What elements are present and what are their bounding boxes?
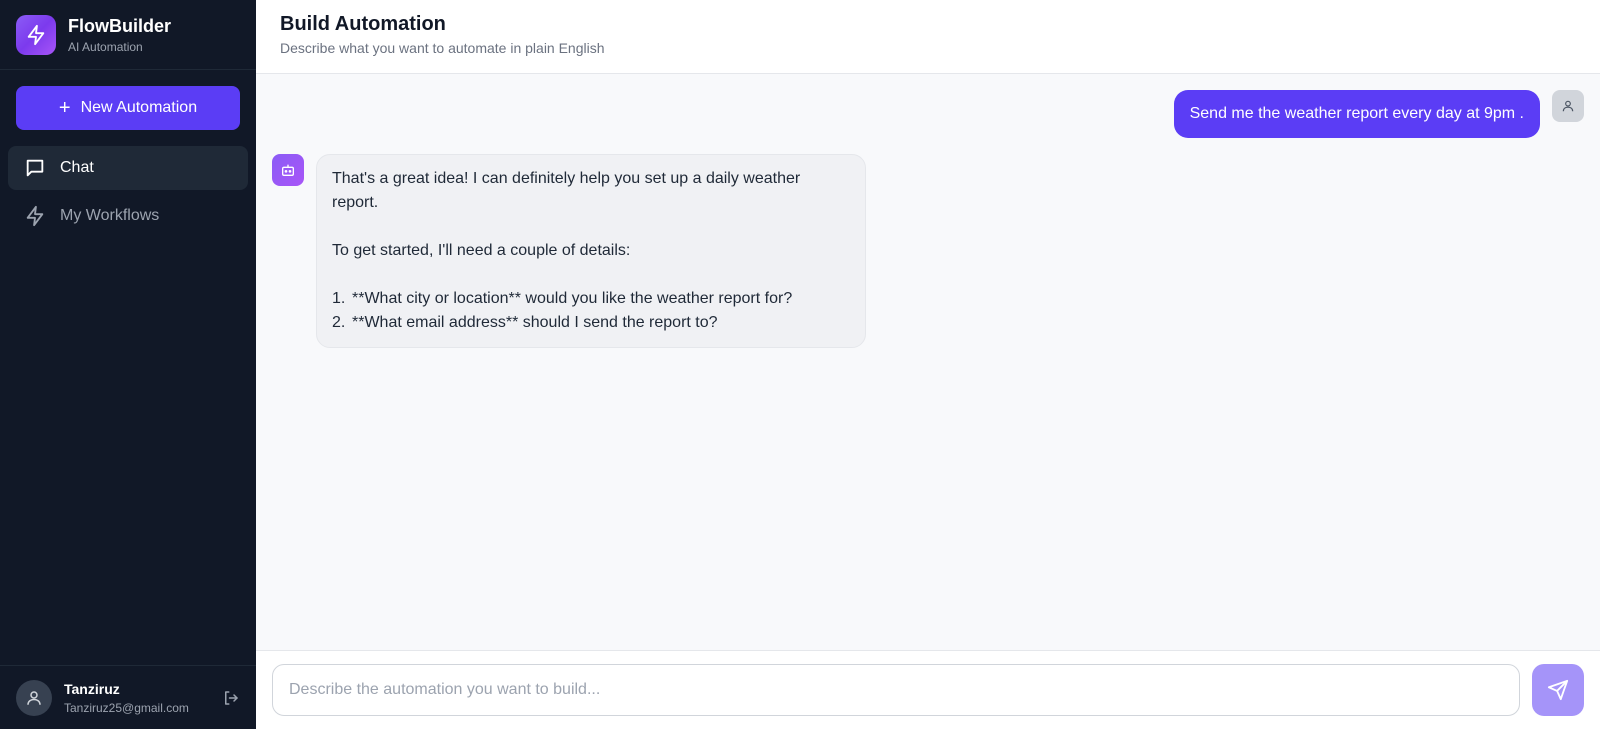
user-icon [27, 690, 41, 705]
plus-icon: + [58, 97, 71, 119]
message-input[interactable] [272, 664, 1520, 716]
sidebar-item-label: Chat [60, 159, 94, 176]
assistant-list: 1. **What city or location** would you l… [332, 287, 850, 335]
brand-subtitle: AI Automation [68, 39, 143, 54]
brand: FlowBuilder AI Automation [0, 0, 256, 70]
user-avatar [1552, 90, 1584, 122]
bot-avatar [272, 154, 304, 186]
sidebar-item-label: My Workflows [60, 207, 160, 224]
list-item-number: 2. [332, 314, 346, 331]
send-icon [1547, 679, 1569, 701]
lightning-icon [26, 205, 44, 227]
brand-name: FlowBuilder [68, 15, 171, 36]
chat-thread: Send me the weather report every day at … [256, 74, 1600, 650]
user-message-bubble: Send me the weather report every day at … [1173, 90, 1540, 138]
assistant-message-bubble: That's a great idea! I can definitely he… [316, 154, 866, 348]
sidebar-item-my-workflows[interactable]: My Workflows [8, 194, 248, 238]
robot-icon [282, 164, 294, 176]
chat-bubble-icon [26, 159, 44, 177]
user-email: Tanziruz25@gmail.com [64, 700, 189, 715]
list-item-text: **What email address** should I send the… [352, 314, 718, 331]
logout-icon [225, 690, 238, 705]
sidebar-nav: Chat My Workflows [0, 130, 256, 242]
sidebar-item-chat[interactable]: Chat [8, 146, 248, 190]
page-title: Build Automation [280, 13, 446, 35]
page-subtitle: Describe what you want to automate in pl… [280, 40, 605, 56]
assistant-line: That's a great idea! I can definitely he… [332, 170, 801, 211]
page-header: Build Automation Describe what you want … [256, 0, 1600, 74]
main-panel: Build Automation Describe what you want … [256, 0, 1600, 729]
avatar [16, 679, 52, 716]
list-item-text: **What city or location** would you like… [352, 290, 793, 307]
new-automation-button[interactable]: + New Automation [16, 86, 240, 130]
user-icon [1562, 100, 1574, 112]
list-item: 1. **What city or location** would you l… [332, 287, 850, 311]
sidebar: FlowBuilder AI Automation + New Automati… [0, 0, 256, 729]
new-automation-label: New Automation [80, 99, 198, 116]
list-item: 2. **What email address** should I send … [332, 311, 850, 335]
assistant-line: To get started, I'll need a couple of de… [332, 242, 631, 259]
user-profile: Tanziruz Tanziruz25@gmail.com [0, 665, 256, 729]
composer [256, 650, 1600, 729]
list-item-number: 1. [332, 290, 346, 307]
user-message: Send me the weather report every day at … [272, 90, 1584, 138]
lightning-icon [16, 14, 56, 55]
send-button[interactable] [1532, 664, 1584, 716]
user-name: Tanziruz [64, 680, 120, 697]
logout-button[interactable] [222, 689, 240, 707]
assistant-message: That's a great idea! I can definitely he… [272, 154, 1584, 348]
